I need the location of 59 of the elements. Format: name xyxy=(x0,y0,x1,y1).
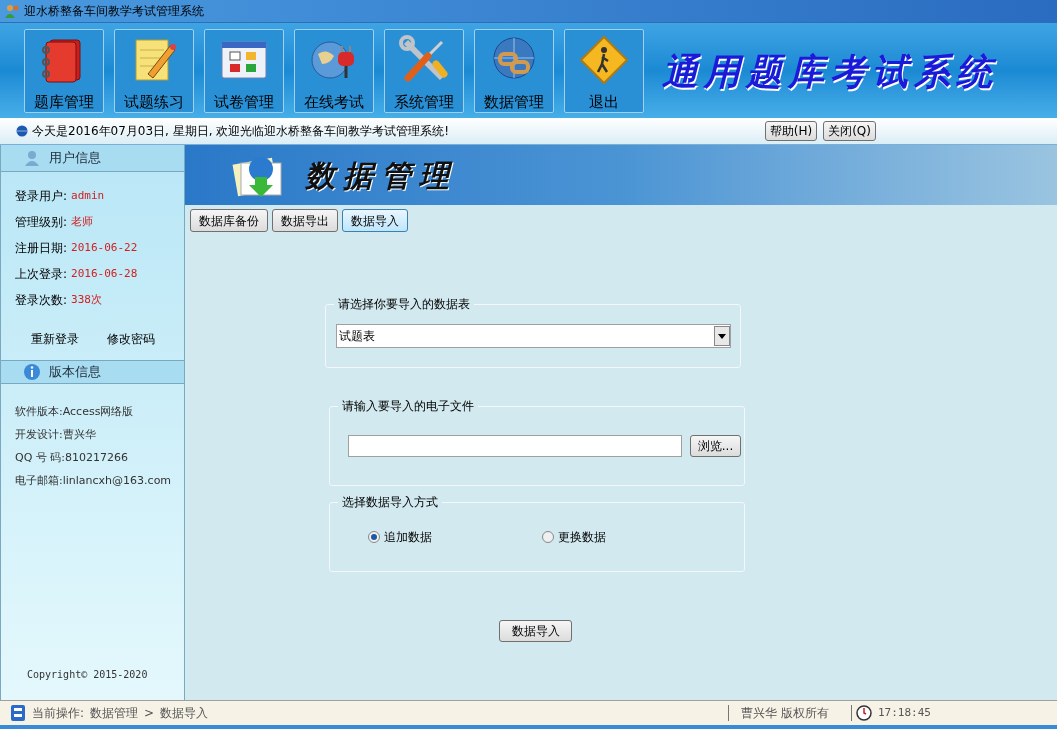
clock-icon xyxy=(855,705,872,721)
import-button[interactable]: 数据导入 xyxy=(499,620,572,642)
copyright-text: Copyright© 2015-2020 xyxy=(26,668,149,682)
status-path: 数据导入 xyxy=(160,705,209,722)
field-value: 老师 xyxy=(71,213,94,230)
radio-option[interactable]: 更换数据 xyxy=(542,528,606,546)
globe-icon xyxy=(16,125,28,137)
version-line: 软件版本:Access网络版 xyxy=(15,404,135,419)
version-line: 电子邮箱:linlancxh@163.com xyxy=(15,473,173,488)
field-label: 注册日期: xyxy=(15,240,68,257)
field-label: 上次登录: xyxy=(15,266,68,283)
group-legend: 请选择你要导入的数据表 xyxy=(334,295,474,313)
field-value: 2016-06-22 xyxy=(71,239,138,256)
toolbar-button[interactable]: 在线考试 xyxy=(294,28,374,113)
users-icon xyxy=(4,3,20,19)
table-dropdown[interactable]: 试题表 xyxy=(336,324,731,348)
toolbar-button[interactable]: 试卷管理 xyxy=(204,28,284,113)
welcome-message: 今天是2016年07月03日, 星期日, 欢迎光临迎水桥整备车间教学考试管理系统! xyxy=(32,123,450,140)
field-value: 338次 xyxy=(71,291,102,308)
user-icon xyxy=(23,149,41,167)
toolbar-button[interactable]: 退出 xyxy=(564,28,644,113)
radio-button[interactable] xyxy=(542,531,554,543)
field-label: 管理级别: xyxy=(15,214,68,231)
banner-title: 通用题库考试系统 xyxy=(662,48,998,94)
toolbar-button[interactable]: 数据管理 xyxy=(474,28,554,113)
window-title: 迎水桥整备车间教学考试管理系统 xyxy=(24,3,204,20)
group-legend: 选择数据导入方式 xyxy=(338,493,442,511)
tab[interactable]: 数据库备份 xyxy=(190,209,268,232)
group-legend: 请输入要导入的电子文件 xyxy=(338,397,478,415)
header-button[interactable]: 关闭(Q) xyxy=(823,121,876,141)
tab[interactable]: 数据导出 xyxy=(272,209,338,232)
version-line: 开发设计:曹兴华 xyxy=(15,427,97,442)
toolbar-button[interactable]: 试题练习 xyxy=(114,28,194,113)
field-value: 2016-06-28 xyxy=(71,265,138,282)
field-label: 登录次数: xyxy=(15,292,68,309)
section-title: 版本信息 xyxy=(49,363,101,382)
file-path-input[interactable] xyxy=(348,435,682,457)
sidebar-link[interactable]: 重新登录 xyxy=(31,330,79,348)
sidebar-link[interactable]: 修改密码 xyxy=(107,330,155,348)
version-line: QQ 号 码:810217266 xyxy=(15,450,129,465)
section-title: 用户信息 xyxy=(49,149,101,168)
status-time: 17:18:45 xyxy=(877,704,931,721)
walking-sign-icon xyxy=(578,33,630,86)
field-label: 登录用户: xyxy=(15,188,68,205)
status-label: 当前操作: xyxy=(32,705,85,722)
tab[interactable]: 数据导入 xyxy=(342,209,408,232)
status-owner: 曹兴华 版权所有 xyxy=(741,705,829,722)
radio-button[interactable] xyxy=(368,531,380,543)
server-icon xyxy=(10,704,26,722)
toolbar-button[interactable]: 题库管理 xyxy=(24,28,104,113)
header-button[interactable]: 帮助(H) xyxy=(764,121,818,141)
page-title: 数据管理 xyxy=(305,156,457,195)
status-path: 数据管理 xyxy=(90,705,139,722)
status-path: > xyxy=(144,705,155,722)
browse-button[interactable]: 浏览... xyxy=(690,435,741,457)
field-value: admin xyxy=(71,187,105,204)
radio-option[interactable]: 追加数据 xyxy=(368,528,432,546)
toolbar-button[interactable]: 系统管理 xyxy=(384,28,464,113)
info-icon xyxy=(23,363,41,381)
